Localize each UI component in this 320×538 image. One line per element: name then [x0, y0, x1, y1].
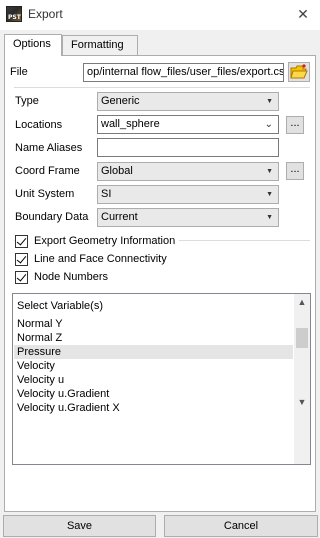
title-bar: PST Export ✕ [0, 0, 320, 30]
coord-frame-label: Coord Frame [15, 165, 80, 177]
divider [14, 87, 310, 88]
cancel-button[interactable]: Cancel [164, 515, 318, 537]
scroll-thumb[interactable] [296, 328, 308, 348]
scroll-up-icon[interactable]: ▲ [294, 294, 310, 310]
save-button[interactable]: Save [3, 515, 156, 537]
node-numbers-label: Node Numbers [34, 271, 108, 283]
boundary-data-value: Current [101, 211, 138, 223]
dropdown-arrow-icon: ▼ [266, 168, 273, 175]
chevron-down-icon: ⌄ [264, 119, 273, 130]
export-geometry-label: Export Geometry Information [34, 235, 176, 247]
list-header: Select Variable(s) [17, 300, 103, 312]
node-numbers-checkbox[interactable]: Node Numbers [15, 269, 108, 285]
close-icon: ✕ [297, 5, 309, 22]
checkbox-checked-icon [15, 234, 28, 248]
list-item[interactable]: Normal Y [14, 317, 293, 331]
folder-open-icon [290, 64, 308, 79]
list-item[interactable]: Velocity [14, 359, 293, 373]
file-path-input[interactable]: op/internal flow_files/user_files/export… [83, 63, 284, 82]
list-item[interactable]: Normal Z [14, 331, 293, 345]
checkbox-checked-icon [15, 252, 28, 266]
type-dropdown[interactable]: Generic ▼ [97, 92, 279, 111]
boundary-data-dropdown[interactable]: Current ▼ [97, 208, 279, 227]
type-label: Type [15, 95, 39, 107]
locations-value: wall_sphere [101, 118, 160, 130]
locations-label: Locations [15, 119, 63, 131]
close-button[interactable]: ✕ [286, 0, 320, 28]
tab-options[interactable]: Options [4, 34, 62, 56]
app-logo-icon: PST [6, 6, 22, 22]
line-face-connectivity-label: Line and Face Connectivity [34, 253, 167, 265]
locations-more-button[interactable]: ... [286, 116, 304, 134]
scroll-down-icon[interactable]: ▼ [294, 394, 310, 410]
file-label: File [10, 66, 28, 78]
dropdown-arrow-icon: ▼ [266, 98, 273, 105]
dropdown-arrow-icon: ▼ [266, 191, 273, 198]
list-item[interactable]: Velocity u [14, 373, 293, 387]
locations-combo[interactable]: wall_sphere ⌄ [97, 115, 279, 134]
tab-formatting[interactable]: Formatting [62, 35, 138, 55]
options-panel: File op/internal flow_files/user_files/e… [4, 55, 316, 512]
checkbox-checked-icon [15, 270, 28, 284]
coord-frame-more-button[interactable]: ... [286, 162, 304, 180]
name-aliases-label: Name Aliases [15, 142, 83, 154]
dropdown-arrow-icon: ▼ [266, 214, 273, 221]
export-geometry-checkbox[interactable]: Export Geometry Information [15, 233, 180, 249]
unit-system-label: Unit System [15, 188, 75, 200]
list-item[interactable]: Velocity u.Gradient [14, 387, 293, 401]
line-face-connectivity-checkbox[interactable]: Line and Face Connectivity [15, 251, 167, 267]
browse-file-button[interactable] [288, 62, 310, 82]
coord-frame-value: Global [101, 165, 133, 177]
name-aliases-input[interactable] [97, 138, 279, 157]
coord-frame-dropdown[interactable]: Global ▼ [97, 162, 279, 181]
unit-system-dropdown[interactable]: SI ▼ [97, 185, 279, 204]
window-title: Export [28, 7, 63, 21]
type-value: Generic [101, 95, 140, 107]
list-item[interactable]: Velocity u.Gradient X [14, 401, 293, 415]
unit-system-value: SI [101, 188, 112, 200]
variable-listbox[interactable]: Select Variable(s) Normal Y Normal Z Pre… [12, 293, 311, 465]
vertical-scrollbar[interactable]: ▲ ▼ [294, 294, 310, 464]
list-item-selected[interactable]: Pressure [14, 345, 293, 359]
boundary-data-label: Boundary Data [15, 211, 89, 223]
